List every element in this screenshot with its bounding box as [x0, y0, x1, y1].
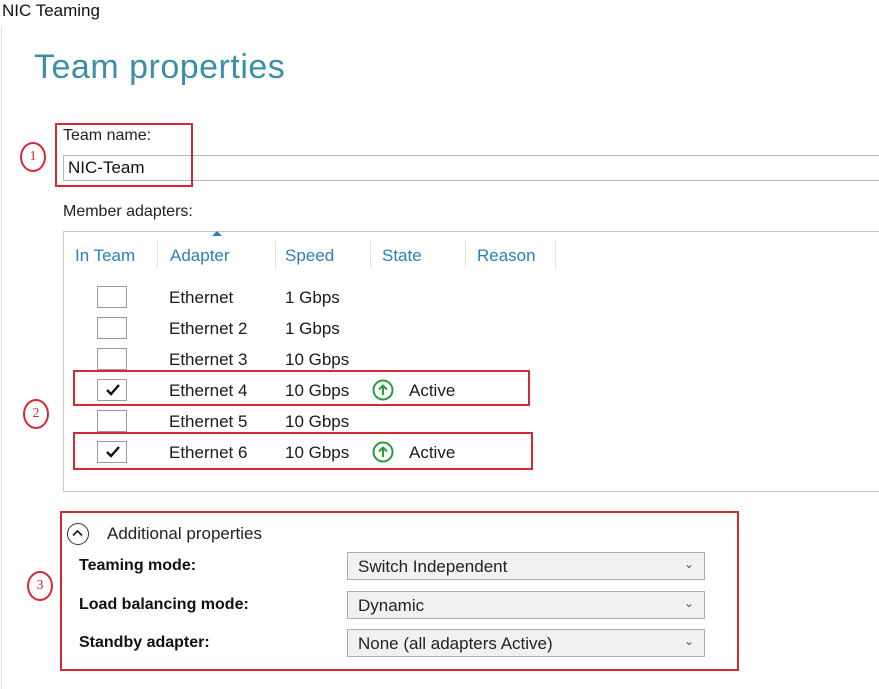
page-title: Team properties [34, 48, 286, 86]
column-separator [465, 240, 466, 268]
column-header-in-team[interactable]: In Team [75, 246, 135, 266]
in-team-checkbox[interactable] [97, 286, 127, 308]
annotation-box-additional-properties [60, 511, 739, 671]
adapter-speed: 1 Gbps [285, 288, 340, 307]
adapter-speed: 1 Gbps [285, 319, 340, 338]
adapter-speed: 10 Gbps [285, 350, 350, 369]
in-team-checkbox[interactable] [97, 410, 127, 432]
adapter-row[interactable]: Ethernet 2 1 Gbps [64, 317, 879, 346]
adapter-name: Ethernet [169, 288, 234, 307]
annotation-marker-3: 3 [27, 571, 53, 601]
in-team-checkbox[interactable] [97, 317, 127, 339]
column-header-adapter[interactable]: Adapter [170, 246, 230, 266]
annotation-box-ethernet-6 [73, 432, 533, 470]
window-title: NIC Teaming [2, 1, 100, 20]
annotation-box-team-name [55, 123, 193, 187]
adapter-row[interactable]: Ethernet 1 Gbps [64, 286, 879, 315]
annotation-marker-2: 2 [23, 399, 49, 429]
column-separator [275, 240, 276, 268]
column-separator [157, 240, 158, 268]
sort-ascending-icon [212, 231, 222, 236]
adapter-name: Ethernet 3 [169, 350, 248, 369]
column-separator [370, 240, 371, 268]
adapter-name: Ethernet 5 [169, 412, 248, 431]
column-header-speed[interactable]: Speed [285, 246, 334, 266]
annotation-marker-1: 1 [20, 142, 46, 172]
annotation-box-ethernet-4 [73, 370, 530, 406]
column-header-reason[interactable]: Reason [477, 246, 536, 266]
in-team-checkbox[interactable] [97, 348, 127, 370]
column-header-state[interactable]: State [382, 246, 422, 266]
member-adapters-label: Member adapters: [63, 203, 193, 220]
adapter-speed: 10 Gbps [285, 412, 350, 431]
adapter-name: Ethernet 2 [169, 319, 248, 338]
column-separator [555, 240, 556, 268]
window-border [1, 26, 2, 689]
